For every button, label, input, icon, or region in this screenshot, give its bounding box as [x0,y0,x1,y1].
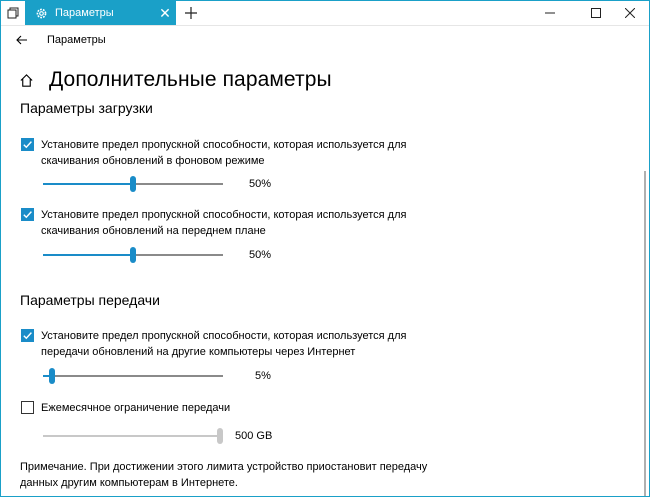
nav-title: Параметры [47,34,106,46]
monthly-limit-slider[interactable] [43,428,223,444]
background-limit-label: Установите предел пропускной способности… [41,139,407,167]
internet-limit-slider[interactable] [43,368,223,384]
new-tab-button[interactable] [179,1,203,25]
scrollbar[interactable] [644,171,646,496]
close-window-button[interactable] [615,1,645,25]
internet-limit-label: Установите предел пропускной способности… [41,330,407,358]
internet-limit-value: 5% [255,370,271,382]
upload-note: Примечание. При достижении этого лимита … [20,461,428,489]
maximize-button[interactable] [581,1,611,25]
slider-thumb[interactable] [49,368,55,384]
slider-thumb[interactable] [217,428,223,444]
background-limit-row: Установите предел пропускной способности… [21,137,431,169]
gear-icon [34,6,48,20]
page-header: Дополнительные параметры [19,66,332,94]
nav-row: Параметры [1,26,649,54]
page-title: Дополнительные параметры [49,68,332,91]
internet-limit-row: Установите предел пропускной способности… [21,328,431,360]
monthly-limit-value: 500 GB [235,430,273,442]
slider-thumb[interactable] [130,247,136,263]
minimize-button[interactable] [535,1,565,25]
tab-stack-icon[interactable] [1,1,25,25]
slider-thumb[interactable] [130,176,136,192]
background-limit-slider[interactable] [43,176,223,192]
background-limit-checkbox[interactable] [21,138,34,151]
tab-title: Параметры [55,7,114,19]
background-limit-value: 50% [249,178,272,190]
foreground-limit-value: 50% [249,249,272,261]
close-tab-icon[interactable]: ✕ [154,1,176,25]
foreground-limit-checkbox[interactable] [21,208,34,221]
tab-settings[interactable]: Параметры ✕ [25,1,176,25]
home-icon[interactable] [19,72,35,88]
section-title-upload: Параметры передачи [20,292,160,308]
foreground-limit-label: Установите предел пропускной способности… [41,209,407,237]
back-arrow-icon[interactable] [13,31,31,49]
internet-limit-checkbox[interactable] [21,329,34,342]
foreground-limit-slider[interactable] [43,247,223,263]
title-bar: Параметры ✕ [1,1,649,26]
settings-window: Параметры ✕ Параметры Дополнительные пар… [0,0,650,497]
monthly-limit-checkbox[interactable] [21,401,34,414]
section-title-download: Параметры загрузки [20,100,153,116]
monthly-limit-label: Ежемесячное ограничение передачи [41,402,231,414]
monthly-limit-row: Ежемесячное ограничение передачи [21,400,431,416]
foreground-limit-row: Установите предел пропускной способности… [21,207,431,239]
